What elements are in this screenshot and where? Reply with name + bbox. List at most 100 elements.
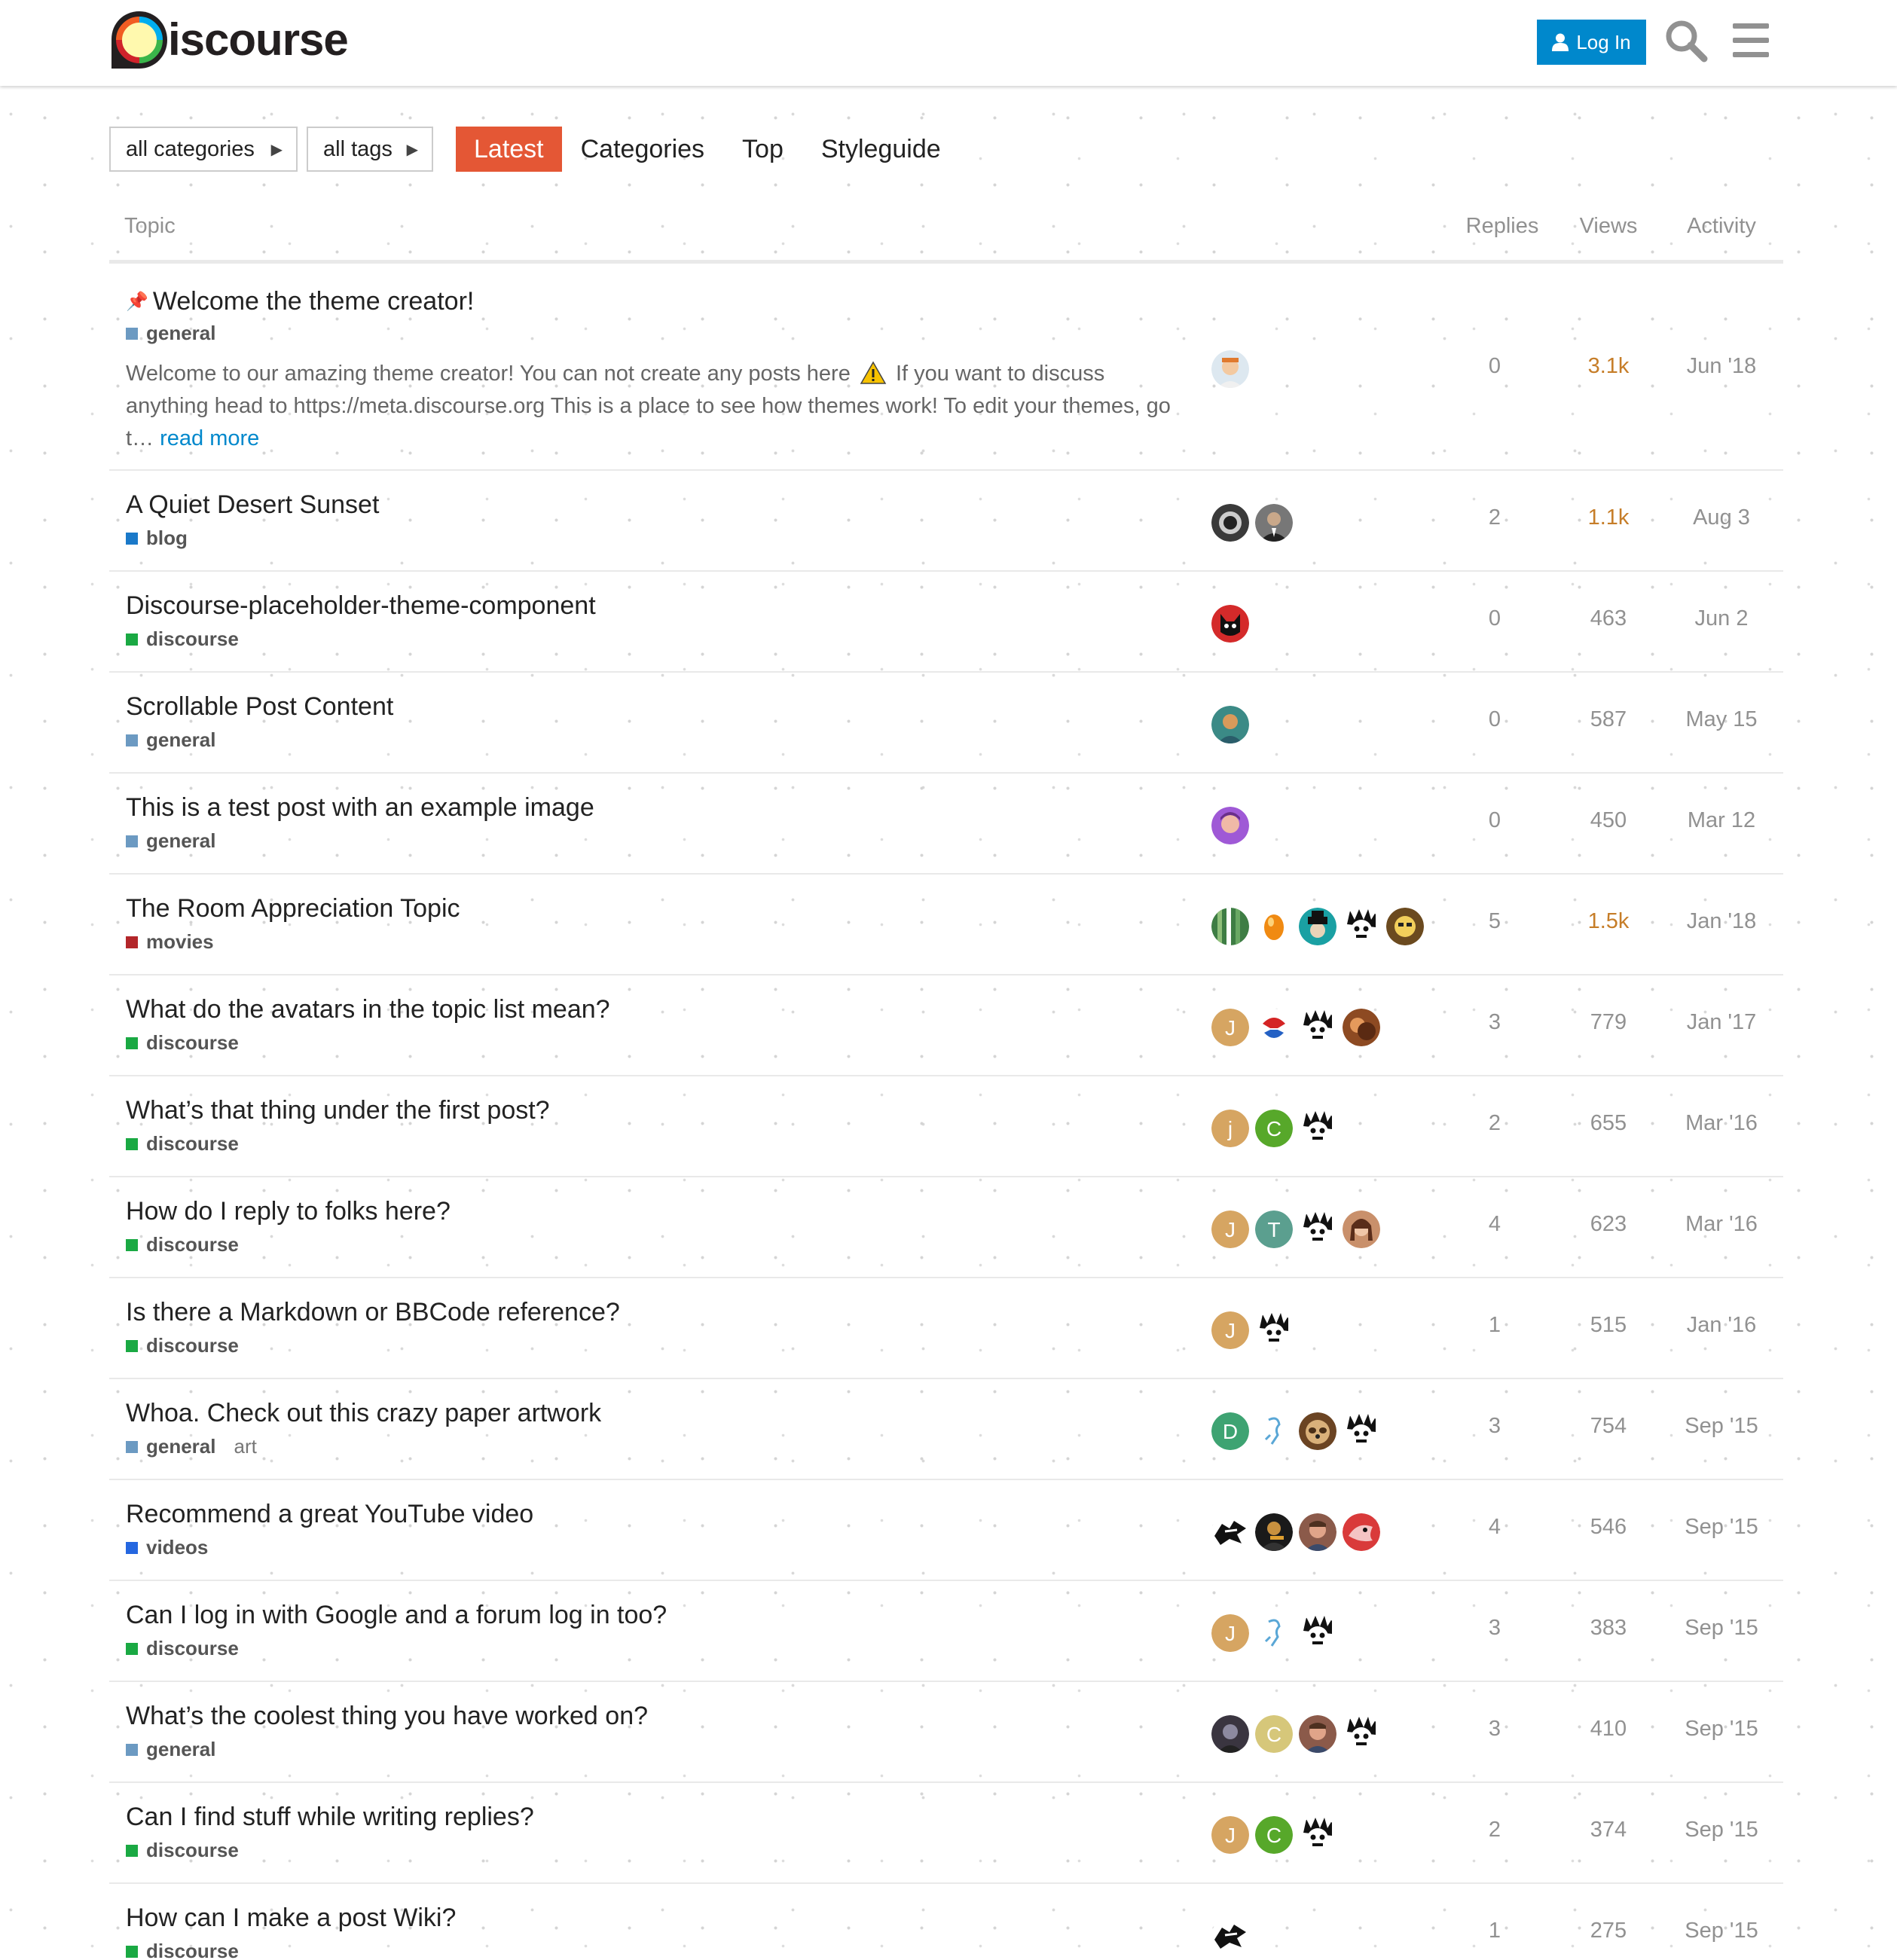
topic-activity[interactable]: Mar '16 <box>1676 1212 1767 1237</box>
poster-avatar[interactable] <box>1343 1412 1380 1450</box>
topic-activity[interactable]: Jan '16 <box>1676 1313 1767 1338</box>
topic-title[interactable]: How do I reply to folks here? <box>126 1197 451 1226</box>
poster-avatar[interactable]: J <box>1211 1210 1249 1248</box>
poster-avatar[interactable] <box>1343 908 1380 945</box>
login-button[interactable]: Log In <box>1537 20 1646 65</box>
topic-activity[interactable]: Jun '18 <box>1676 354 1767 379</box>
topic-title[interactable]: Recommend a great YouTube video <box>126 1500 533 1529</box>
poster-avatar[interactable] <box>1299 1614 1336 1652</box>
poster-avatar[interactable] <box>1211 605 1249 643</box>
topic-category[interactable]: discourse <box>146 1031 239 1055</box>
poster-avatar[interactable]: T <box>1255 1210 1293 1248</box>
topic-category[interactable]: general <box>146 1435 216 1458</box>
topic-category[interactable]: general <box>146 1738 216 1761</box>
topic-category[interactable]: general <box>146 728 216 752</box>
topic-activity[interactable]: Sep '15 <box>1676 1919 1767 1943</box>
topic-title[interactable]: Discourse-placeholder-theme-component <box>126 591 596 621</box>
column-replies[interactable]: Replies <box>1457 214 1547 239</box>
poster-avatar[interactable]: J <box>1211 1816 1249 1854</box>
hamburger-menu-icon[interactable] <box>1728 18 1773 63</box>
topic-category[interactable]: general <box>146 322 216 345</box>
topic-category[interactable]: discourse <box>146 1940 239 1960</box>
poster-avatar[interactable] <box>1343 1715 1380 1753</box>
topic-title[interactable]: What’s the coolest thing you have worked… <box>126 1702 648 1731</box>
topic-activity[interactable]: Mar 12 <box>1676 808 1767 833</box>
topic-activity[interactable]: Sep '15 <box>1676 1515 1767 1540</box>
poster-avatar[interactable] <box>1343 1210 1380 1248</box>
topic-activity[interactable]: Aug 3 <box>1676 505 1767 530</box>
topic-category[interactable]: movies <box>146 930 214 954</box>
poster-avatar[interactable] <box>1255 504 1293 542</box>
poster-avatar[interactable] <box>1386 908 1424 945</box>
topic-activity[interactable]: Mar '16 <box>1676 1111 1767 1136</box>
topic-category[interactable]: general <box>146 829 216 853</box>
poster-avatar[interactable]: C <box>1255 1816 1293 1854</box>
topic-activity[interactable]: Sep '15 <box>1676 1616 1767 1641</box>
poster-avatar[interactable]: C <box>1255 1110 1293 1147</box>
topic-title[interactable]: Scrollable Post Content <box>126 692 393 722</box>
poster-avatar[interactable] <box>1255 1513 1293 1551</box>
poster-avatar[interactable] <box>1211 1917 1249 1955</box>
topic-category[interactable]: blog <box>146 527 188 550</box>
poster-avatar[interactable] <box>1299 1513 1336 1551</box>
topic-activity[interactable]: Sep '15 <box>1676 1818 1767 1842</box>
poster-avatar[interactable] <box>1211 908 1249 945</box>
poster-avatar[interactable] <box>1211 1715 1249 1753</box>
poster-avatar[interactable]: D <box>1211 1412 1249 1450</box>
poster-avatar[interactable] <box>1255 1311 1293 1349</box>
poster-avatar[interactable] <box>1299 1009 1336 1046</box>
poster-avatar[interactable] <box>1299 1110 1336 1147</box>
poster-avatar[interactable] <box>1211 706 1249 743</box>
poster-avatar[interactable] <box>1255 1614 1293 1652</box>
poster-avatar[interactable] <box>1343 1009 1380 1046</box>
topic-tag[interactable]: art <box>234 1435 257 1458</box>
topic-title[interactable]: How can I make a post Wiki? <box>126 1904 456 1933</box>
site-logo[interactable]: iscourse <box>109 8 349 72</box>
nav-styleguide[interactable]: Styleguide <box>802 127 960 172</box>
poster-avatar[interactable] <box>1299 1715 1336 1753</box>
topic-title[interactable]: Is there a Markdown or BBCode reference? <box>126 1298 620 1327</box>
topic-title[interactable]: Can I log in with Google and a forum log… <box>126 1601 667 1630</box>
column-views[interactable]: Views <box>1563 214 1654 239</box>
poster-avatar[interactable] <box>1299 1210 1336 1248</box>
poster-avatar[interactable]: J <box>1211 1311 1249 1349</box>
topic-category[interactable]: discourse <box>146 1334 239 1357</box>
poster-avatar[interactable] <box>1255 1412 1293 1450</box>
topic-title[interactable]: Can I find stuff while writing replies? <box>126 1803 534 1832</box>
poster-avatar[interactable] <box>1299 1412 1336 1450</box>
topic-title[interactable]: What do the avatars in the topic list me… <box>126 995 610 1024</box>
poster-avatar[interactable] <box>1211 807 1249 844</box>
poster-avatar[interactable] <box>1255 908 1293 945</box>
poster-avatar[interactable]: J <box>1211 1009 1249 1046</box>
topic-activity[interactable]: Jan '17 <box>1676 1010 1767 1035</box>
poster-avatar[interactable]: J <box>1211 1614 1249 1652</box>
topic-category[interactable]: discourse <box>146 1839 239 1862</box>
column-activity[interactable]: Activity <box>1676 214 1767 239</box>
topic-activity[interactable]: Jun 2 <box>1676 606 1767 631</box>
topic-category[interactable]: discourse <box>146 1132 239 1156</box>
nav-latest[interactable]: Latest <box>456 127 562 172</box>
tag-dropdown[interactable]: all tags ▶ <box>307 127 433 172</box>
topic-title[interactable]: Welcome the theme creator! <box>153 287 474 316</box>
topic-title[interactable]: This is a test post with an example imag… <box>126 793 594 823</box>
column-topic[interactable]: Topic <box>124 214 176 239</box>
topic-title[interactable]: A Quiet Desert Sunset <box>126 490 379 520</box>
topic-title[interactable]: Whoa. Check out this crazy paper artwork <box>126 1399 601 1428</box>
nav-top[interactable]: Top <box>723 127 802 172</box>
poster-avatar[interactable]: j <box>1211 1110 1249 1147</box>
poster-avatar[interactable] <box>1211 1513 1249 1551</box>
topic-title[interactable]: The Room Appreciation Topic <box>126 894 460 924</box>
poster-avatar[interactable] <box>1255 1009 1293 1046</box>
topic-activity[interactable]: Jan '18 <box>1676 909 1767 934</box>
topic-activity[interactable]: May 15 <box>1676 707 1767 732</box>
poster-avatar[interactable]: C <box>1255 1715 1293 1753</box>
topic-category[interactable]: discourse <box>146 1233 239 1256</box>
poster-avatar[interactable] <box>1211 504 1249 542</box>
topic-title[interactable]: What’s that thing under the first post? <box>126 1096 550 1125</box>
nav-categories[interactable]: Categories <box>562 127 723 172</box>
poster-avatar[interactable] <box>1299 908 1336 945</box>
poster-avatar[interactable] <box>1211 350 1249 388</box>
category-dropdown[interactable]: all categories ▶ <box>109 127 298 172</box>
poster-avatar[interactable] <box>1299 1816 1336 1854</box>
search-icon[interactable] <box>1663 18 1709 63</box>
